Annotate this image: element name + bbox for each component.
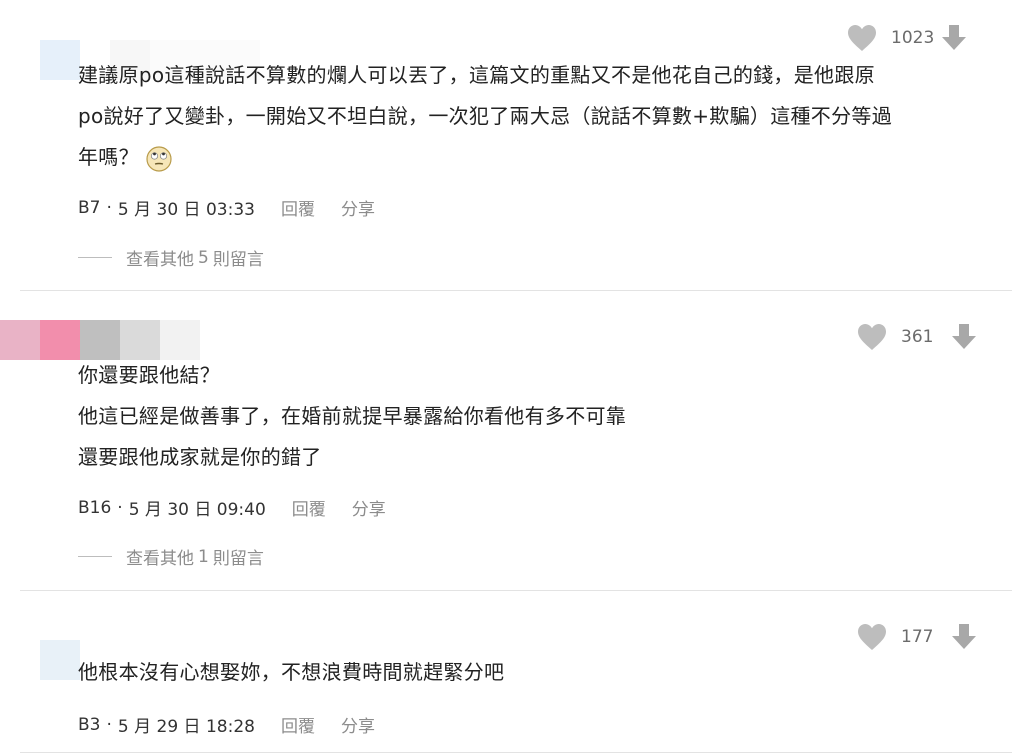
more-prefix: 查看其他: [126, 250, 194, 270]
like-count: 361: [901, 327, 934, 347]
comment-date: 5 月 30 日 03:33: [117, 200, 255, 220]
vote-bar: 177: [857, 623, 977, 651]
comment-divider: [20, 290, 1012, 291]
comment-meta: B7 · 5 月 30 日 03:33 回覆 分享: [78, 195, 375, 221]
reply-button[interactable]: 回覆: [281, 712, 315, 737]
meta-separator: ·: [106, 197, 112, 218]
floor-number: B3: [78, 714, 101, 735]
comment-date: 5 月 29 日 18:28: [117, 717, 255, 737]
more-suffix: 則留言: [212, 250, 264, 270]
reply-button[interactable]: 回覆: [281, 195, 315, 220]
comment-meta: B3 · 5 月 29 日 18:28 回覆 分享: [78, 712, 375, 738]
comment-line: 你還要跟他結？: [78, 363, 221, 387]
comment-line: po說好了又變卦，一開始又不坦白說，一次犯了兩大忌（說話不算數+欺騙）這種不分等…: [78, 104, 892, 128]
blurred-avatar: [0, 320, 200, 360]
reply-button[interactable]: 回覆: [292, 495, 326, 520]
downvote-icon[interactable]: [951, 323, 977, 351]
downvote-icon[interactable]: [951, 623, 977, 651]
floor-number: B16: [78, 497, 112, 518]
more-count: 5: [198, 247, 209, 268]
comment-line: 建議原po這種說話不算數的爛人可以丟了，這篇文的重點又不是他花自己的錢，是他跟原: [78, 63, 875, 87]
comment-line: 還要跟他成家就是你的錯了: [78, 445, 322, 469]
view-more-replies-link[interactable]: 查看其他 5 則留言: [78, 245, 264, 270]
comment-line-text: 年嗎？: [78, 145, 139, 169]
meta-separator: ·: [117, 497, 123, 518]
comment-meta: B16 · 5 月 30 日 09:40 回覆 分享: [78, 495, 386, 521]
heart-icon[interactable]: [847, 24, 877, 52]
vote-bar: 361: [857, 323, 977, 351]
floor-number: B7: [78, 197, 101, 218]
like-count: 1023: [891, 28, 935, 48]
comment-body: 他根本沒有心想娶妳，不想浪費時間就趕緊分吧: [78, 652, 504, 693]
share-button[interactable]: 分享: [341, 195, 375, 220]
comment-line-last: 年嗎？: [78, 137, 892, 178]
rolling-eyes-emoji: [145, 145, 172, 172]
more-suffix: 則留言: [212, 549, 264, 569]
comment-line: 他根本沒有心想娶妳，不想浪費時間就趕緊分吧: [78, 660, 505, 684]
vote-bar: 1023: [847, 24, 967, 52]
heart-icon[interactable]: [857, 623, 887, 651]
comment-body: 你還要跟他結？ 他這已經是做善事了，在婚前就提早暴露給你看他有多不可靠 還要跟他…: [78, 355, 626, 478]
more-divider-line: [78, 556, 112, 557]
more-count: 1: [198, 546, 209, 567]
heart-icon[interactable]: [857, 323, 887, 351]
comment-body: 建議原po這種說話不算數的爛人可以丟了，這篇文的重點又不是他花自己的錢，是他跟原…: [78, 55, 892, 178]
comment-divider: [20, 590, 1012, 591]
comment-divider: [20, 752, 1012, 753]
downvote-icon[interactable]: [941, 24, 967, 52]
meta-separator: ·: [106, 714, 112, 735]
view-more-replies-link[interactable]: 查看其他 1 則留言: [78, 544, 264, 569]
comment-date: 5 月 30 日 09:40: [128, 500, 266, 520]
share-button[interactable]: 分享: [341, 712, 375, 737]
more-divider-line: [78, 257, 112, 258]
share-button[interactable]: 分享: [352, 495, 386, 520]
more-prefix: 查看其他: [126, 549, 194, 569]
like-count: 177: [901, 627, 934, 647]
comment-line: 他這已經是做善事了，在婚前就提早暴露給你看他有多不可靠: [78, 404, 627, 428]
